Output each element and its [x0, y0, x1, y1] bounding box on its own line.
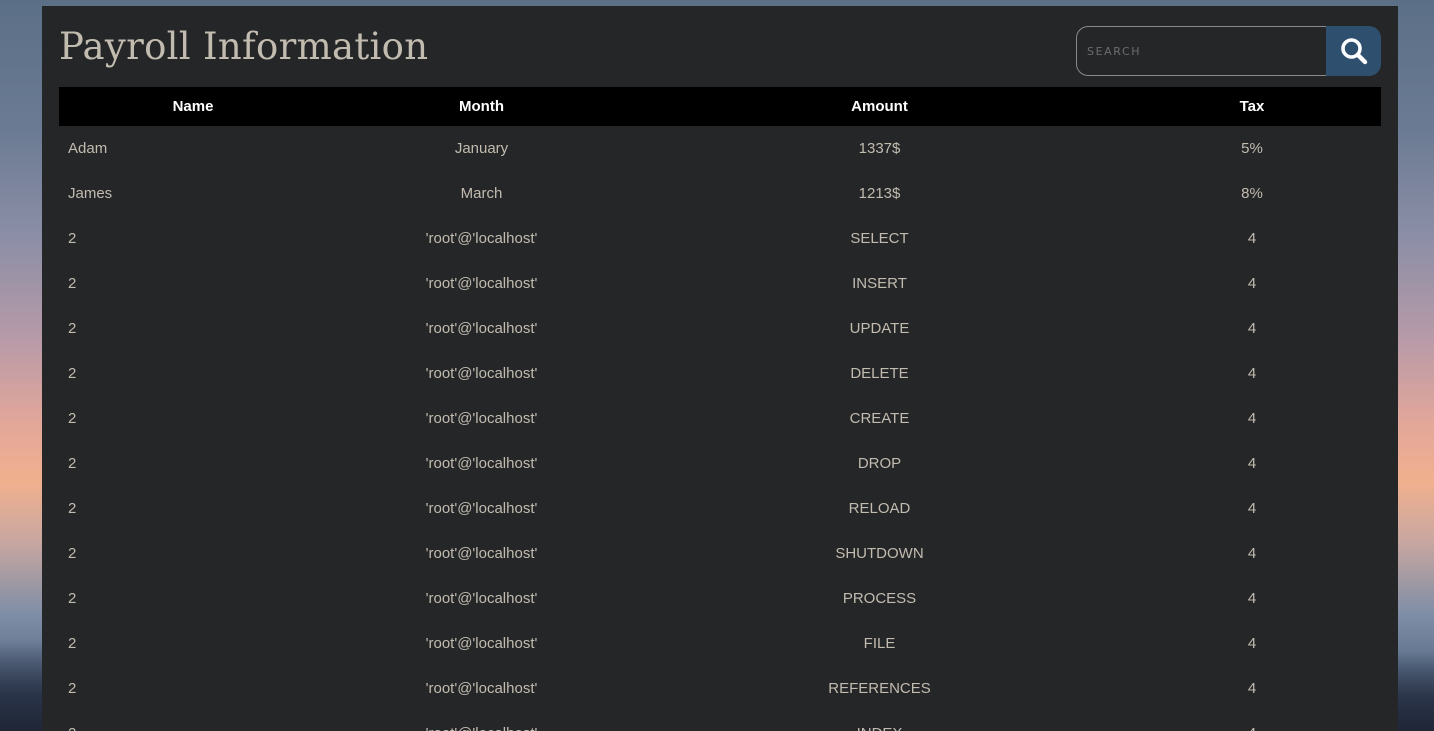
month-cell: January [454, 140, 509, 157]
table-row: 2 'root'@'localhost' REFERENCES 4 [59, 666, 1381, 711]
tax-cell: 4 [1247, 410, 1257, 427]
month-cell: 'root'@'localhost' [425, 500, 538, 517]
name-cell: 2 [68, 680, 77, 697]
amount-cell: SHUTDOWN [835, 545, 924, 562]
name-cell: 2 [68, 410, 77, 427]
tax-cell: 4 [1247, 680, 1257, 697]
column-header-month[interactable]: Month [327, 87, 636, 126]
amount-cell: CREATE [849, 410, 910, 427]
month-cell: 'root'@'localhost' [425, 635, 538, 652]
table-row: 2 'root'@'localhost' INSERT 4 [59, 261, 1381, 306]
payroll-panel: Payroll Information Name Month Amount Ta… [42, 6, 1398, 731]
search-input[interactable] [1076, 26, 1326, 76]
tax-cell: 4 [1247, 365, 1257, 382]
column-header-tax[interactable]: Tax [1123, 87, 1381, 126]
table-header-row: Name Month Amount Tax [59, 87, 1381, 126]
month-cell: 'root'@'localhost' [425, 275, 538, 292]
name-cell: 2 [68, 500, 77, 517]
month-cell: 'root'@'localhost' [425, 545, 538, 562]
page-title: Payroll Information [59, 25, 429, 68]
table-row: 2 'root'@'localhost' DROP 4 [59, 441, 1381, 486]
amount-cell: DROP [857, 455, 902, 472]
amount-cell: RELOAD [848, 500, 911, 517]
month-cell: 'root'@'localhost' [425, 590, 538, 607]
tax-cell: 4 [1247, 500, 1257, 517]
table-row: 2 'root'@'localhost' FILE 4 [59, 621, 1381, 666]
tax-cell: 5% [1241, 140, 1263, 157]
month-cell: 'root'@'localhost' [425, 365, 538, 382]
name-cell: 2 [68, 635, 77, 652]
table-row: 2 'root'@'localhost' RELOAD 4 [59, 486, 1381, 531]
amount-cell: SELECT [850, 230, 909, 247]
column-header-amount[interactable]: Amount [636, 87, 1123, 126]
name-cell: Adam [68, 140, 108, 157]
tax-cell: 4 [1247, 275, 1257, 292]
amount-cell: DELETE [850, 365, 909, 382]
table-body: Adam January 1337$ 5% James March 1213$ 8% 2'roo… [59, 126, 1381, 731]
amount-cell: 1213$ [858, 185, 901, 202]
tax-cell: 8% [1241, 185, 1263, 202]
month-cell: 'root'@'localhost' [425, 320, 538, 337]
name-cell: 2 [68, 365, 77, 382]
table-row: 2 'root'@'localhost' CREATE 4 [59, 396, 1381, 441]
table-row: Adam January 1337$ 5% [59, 126, 1381, 171]
table-row: 2 'root'@'localhost' PROCESS 4 [59, 576, 1381, 621]
name-cell: 2 [68, 230, 77, 247]
tax-cell: 4 [1247, 455, 1257, 472]
name-cell: 2 [68, 275, 77, 292]
month-cell: 'root'@'localhost' [425, 455, 538, 472]
month-cell: March [460, 185, 503, 202]
background-silhouette-right [1396, 651, 1434, 731]
name-cell: James [68, 185, 113, 202]
amount-cell: REFERENCES [828, 680, 931, 697]
tax-cell: 4 [1247, 635, 1257, 652]
name-cell: 2 [68, 545, 77, 562]
name-cell: 2 [59, 711, 327, 731]
amount-cell: INSERT [852, 275, 907, 292]
amount-cell: FILE [863, 635, 896, 652]
amount-cell: UPDATE [849, 320, 910, 337]
amount-cell: PROCESS [842, 590, 917, 607]
month-cell: 'root'@'localhost' [327, 711, 636, 731]
table-row: 2 'root'@'localhost' UPDATE 4 [59, 306, 1381, 351]
table-row: 2 'root'@'localhost' SELECT 4 [59, 216, 1381, 261]
month-cell: 'root'@'localhost' [425, 230, 538, 247]
name-cell: 2 [68, 455, 77, 472]
tax-cell: 4 [1247, 590, 1257, 607]
tax-cell: 4 [1247, 545, 1257, 562]
tax-cell: 4 [1247, 320, 1257, 337]
background-silhouette-left [0, 641, 44, 731]
table-row: 2 'root'@'localhost' DELETE 4 [59, 351, 1381, 396]
amount-cell: INDEX [636, 711, 1123, 731]
name-cell: 2 [68, 590, 77, 607]
search-button[interactable] [1326, 26, 1381, 76]
month-cell: 'root'@'localhost' [425, 680, 538, 697]
table-row: 2'root'@'localhost'INDEX4 [59, 711, 1381, 731]
name-cell: 2 [68, 320, 77, 337]
table-row: 2 'root'@'localhost' SHUTDOWN 4 [59, 531, 1381, 576]
table-row: James March 1213$ 8% [59, 171, 1381, 216]
search-bar [1076, 26, 1381, 76]
tax-cell: 4 [1247, 230, 1257, 247]
tax-cell: 4 [1123, 711, 1381, 731]
month-cell: 'root'@'localhost' [425, 410, 538, 427]
search-icon [1340, 38, 1367, 65]
amount-cell: 1337$ [858, 140, 901, 157]
payroll-table: Name Month Amount Tax Adam January 1337$ 5%… [59, 87, 1381, 731]
column-header-name[interactable]: Name [59, 87, 327, 126]
